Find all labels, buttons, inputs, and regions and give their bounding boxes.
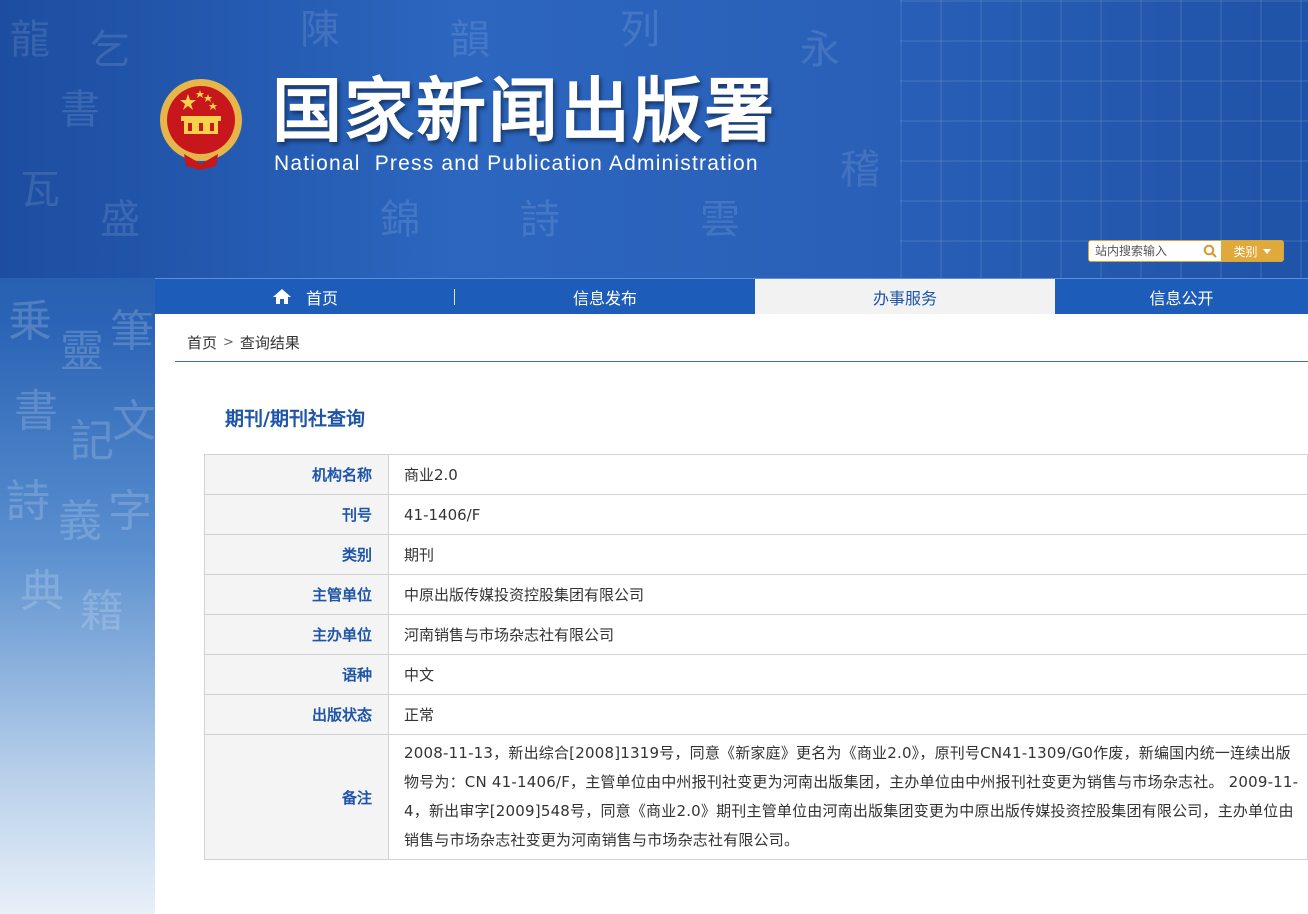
row-label: 刊号 xyxy=(204,494,389,535)
nav-item-info-disclosure[interactable]: 信息公开 xyxy=(1055,279,1308,314)
table-row: 类别 期刊 xyxy=(204,534,1308,575)
nav-item-info-release[interactable]: 信息发布 xyxy=(455,279,755,314)
home-icon xyxy=(272,288,292,305)
row-value: 期刊 xyxy=(388,534,1308,575)
search-button[interactable] xyxy=(1199,241,1221,261)
main-content: 首页 > 查询结果 期刊/期刊社查询 机构名称 商业2.0 刊号 41-1406… xyxy=(155,314,1308,914)
site-header: 龍 書 瓦 乞 盛 陳 錦 韻 詩 列 雲 永 稽 国家新闻出版署 Nation… xyxy=(0,0,1308,278)
breadcrumb-separator: > xyxy=(223,335,234,350)
site-subtitle: National Press and Publication Administr… xyxy=(274,152,759,175)
result-table: 机构名称 商业2.0 刊号 41-1406/F 类别 期刊 主管单位 中原出版传… xyxy=(204,454,1308,860)
nav-item-services[interactable]: 办事服务 xyxy=(755,279,1055,314)
row-value: 中文 xyxy=(388,654,1308,695)
site-title: 国家新闻出版署 xyxy=(272,70,776,152)
national-emblem-icon xyxy=(160,79,242,170)
breadcrumb-current: 查询结果 xyxy=(239,334,300,352)
row-value: 正常 xyxy=(388,694,1308,735)
row-label: 出版状态 xyxy=(204,694,389,735)
category-dropdown[interactable]: 类别 xyxy=(1221,241,1283,261)
table-row: 主管单位 中原出版传媒投资控股集团有限公司 xyxy=(204,574,1308,615)
chevron-down-icon xyxy=(1262,248,1271,254)
row-value: 中原出版传媒投资控股集团有限公司 xyxy=(388,574,1308,615)
search-input[interactable] xyxy=(1089,241,1199,261)
site-search: 类别 xyxy=(1088,240,1284,262)
row-value-note: 2008-11-13，新出综合[2008]1319号，同意《新家庭》更名为《商业… xyxy=(388,734,1308,860)
table-row: 机构名称 商业2.0 xyxy=(204,454,1308,495)
row-label: 主管单位 xyxy=(204,574,389,615)
page-title: 期刊/期刊社查询 xyxy=(225,408,365,430)
row-label: 备注 xyxy=(204,734,389,860)
breadcrumb-divider xyxy=(175,361,1308,362)
row-label: 语种 xyxy=(204,654,389,695)
table-row: 出版状态 正常 xyxy=(204,694,1308,735)
search-icon xyxy=(1203,244,1217,258)
row-label: 类别 xyxy=(204,534,389,575)
row-label: 主办单位 xyxy=(204,614,389,655)
table-row: 主办单位 河南销售与市场杂志社有限公司 xyxy=(204,614,1308,655)
breadcrumb-home-link[interactable]: 首页 xyxy=(187,332,217,353)
nav-item-label: 信息发布 xyxy=(572,288,637,308)
main-nav: 首页 信息发布 办事服务 信息公开 xyxy=(155,278,1308,314)
row-value: 41-1406/F xyxy=(388,494,1308,535)
nav-item-home[interactable]: 首页 xyxy=(155,279,455,314)
nav-item-label: 信息公开 xyxy=(1149,288,1214,308)
table-row-note: 备注 2008-11-13，新出综合[2008]1319号，同意《新家庭》更名为… xyxy=(204,734,1308,860)
table-row: 语种 中文 xyxy=(204,654,1308,695)
row-value: 河南销售与市场杂志社有限公司 xyxy=(388,614,1308,655)
nav-item-label: 首页 xyxy=(305,288,338,308)
breadcrumb: 首页 > 查询结果 xyxy=(187,332,300,353)
row-value: 商业2.0 xyxy=(388,454,1308,495)
category-label: 类别 xyxy=(1233,244,1258,259)
header-grid-pattern xyxy=(900,0,1308,278)
table-row: 刊号 41-1406/F xyxy=(204,494,1308,535)
row-label: 机构名称 xyxy=(204,454,389,495)
nav-item-label: 办事服务 xyxy=(872,288,937,308)
